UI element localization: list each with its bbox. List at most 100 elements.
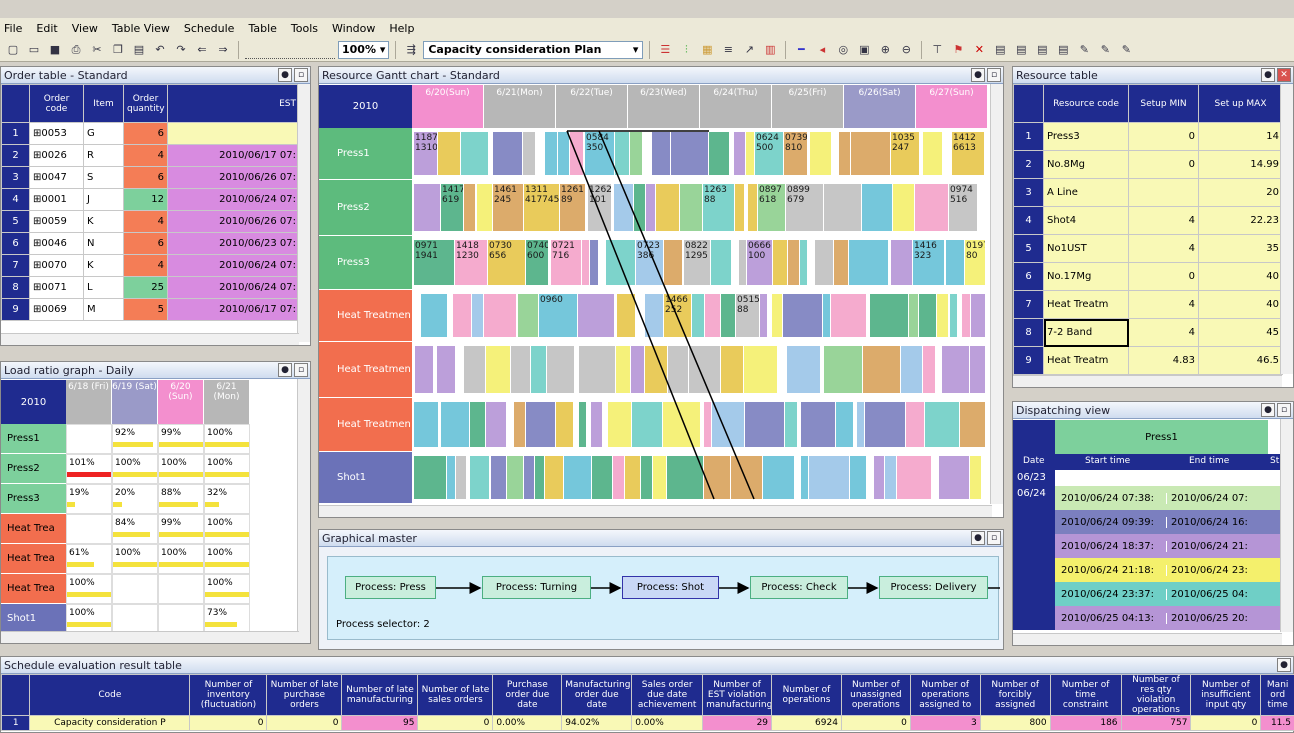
grid-icon[interactable]: ▥ <box>761 41 779 59</box>
load-ratio-day-header[interactable]: 6/21 (Mon) <box>204 380 250 424</box>
load-ratio-hscroll[interactable] <box>1 631 299 643</box>
dispatch-row[interactable]: 2010/06/24 09:39: 2010/06/24 16: <box>1055 510 1282 534</box>
order-table-vscroll[interactable] <box>297 84 310 342</box>
evaluation-cell[interactable]: 0 <box>1190 715 1262 731</box>
table-row[interactable]: 8 ⊞0071 L 25 2010/06/24 07: <box>1 276 300 299</box>
est-cell[interactable] <box>167 122 300 145</box>
order-code-cell[interactable]: ⊞0059 <box>29 210 84 233</box>
evaluation-cell[interactable]: 0 <box>417 715 494 731</box>
setup-max-cell[interactable]: 45 <box>1198 318 1283 347</box>
table-row[interactable]: 6 No.17Mg 0 40 <box>1013 262 1283 291</box>
evaluation-cell[interactable]: 0.00% <box>492 715 563 731</box>
dispatch-vscroll[interactable] <box>1280 419 1293 632</box>
setup-min-cell[interactable]: 4.83 <box>1128 346 1199 375</box>
zoom-out-icon[interactable]: ⊖ <box>897 41 915 59</box>
load-ratio-resource[interactable]: Press3 <box>1 484 66 514</box>
resource-code-cell[interactable]: No.17Mg <box>1043 262 1129 291</box>
item-cell[interactable]: M <box>83 298 124 321</box>
refresh-icon[interactable]: ◎ <box>834 41 852 59</box>
resource-code-cell[interactable]: Press3 <box>1043 122 1129 151</box>
evaluation-cell[interactable]: 29 <box>702 715 773 731</box>
dispatch-row[interactable]: 2010/06/25 04:13: 2010/06/25 20: <box>1055 606 1282 630</box>
evaluation-column-header[interactable]: Number of res qty violation operations <box>1120 674 1192 716</box>
evaluation-column-header[interactable]: Sales order due date achievement <box>631 674 704 716</box>
est-cell[interactable]: 2010/06/26 07: <box>167 210 300 233</box>
evaluation-column-header[interactable]: Code <box>29 674 191 716</box>
resource-code-cell[interactable]: Heat Treatm <box>1043 346 1129 375</box>
col-order-code[interactable]: Order code <box>29 84 84 123</box>
setup-min-cell[interactable]: 4 <box>1128 318 1199 347</box>
load-ratio-resource[interactable]: Press1 <box>1 424 66 454</box>
table-row[interactable]: 8 7-2 Band 4 45 <box>1013 318 1283 347</box>
quantity-cell[interactable]: 6 <box>123 122 168 145</box>
quantity-cell[interactable]: 4 <box>123 210 168 233</box>
cut-icon[interactable]: ✂ <box>88 41 106 59</box>
setup-max-cell[interactable]: 14 <box>1198 122 1283 151</box>
evaluation-cell[interactable]: 95 <box>341 715 419 731</box>
evaluation-cell[interactable]: 800 <box>979 715 1051 731</box>
evaluation-column-header[interactable]: Purchase order due date <box>492 674 563 716</box>
close-icon[interactable]: ▫ <box>987 531 1001 545</box>
evaluation-cell[interactable]: 0 <box>266 715 343 731</box>
item-cell[interactable]: L <box>83 276 124 299</box>
order-code-cell[interactable]: ⊞0070 <box>29 254 84 277</box>
menu-table[interactable]: Table <box>248 22 276 35</box>
resource-code-cell[interactable]: No1UST <box>1043 234 1129 263</box>
resource-code-cell[interactable]: Heat Treatm <box>1043 290 1129 319</box>
est-cell[interactable]: 2010/06/17 07: <box>167 144 300 167</box>
est-cell[interactable]: 2010/06/17 07: <box>167 298 300 321</box>
undo-icon[interactable]: ↶ <box>151 41 169 59</box>
close-icon[interactable]: ▫ <box>294 68 308 82</box>
item-cell[interactable]: S <box>83 166 124 189</box>
resource-table-vscroll[interactable] <box>1280 84 1293 374</box>
save-icon[interactable]: ■ <box>46 41 64 59</box>
setup-max-cell[interactable]: 35 <box>1198 234 1283 263</box>
evaluation-cell[interactable]: 186 <box>1049 715 1122 731</box>
resource-table-hscroll[interactable] <box>1013 375 1282 387</box>
evaluation-column-header[interactable]: Mani ord time <box>1260 674 1294 716</box>
pin-icon[interactable]: ● <box>1277 658 1291 672</box>
evaluation-column-header[interactable]: Number of late purchase orders <box>266 674 343 716</box>
resource-code-cell[interactable]: A Line <box>1043 178 1129 207</box>
item-cell[interactable]: K <box>83 254 124 277</box>
quantity-cell[interactable]: 6 <box>123 232 168 255</box>
dispatch-row[interactable]: 2010/06/24 23:37: 2010/06/25 04: <box>1055 582 1282 606</box>
setup-max-cell[interactable]: 40 <box>1198 290 1283 319</box>
tool-icon[interactable]: ✎ <box>1096 41 1114 59</box>
table-icon[interactable]: ▦ <box>698 41 716 59</box>
menu-window[interactable]: Window <box>332 22 375 35</box>
quantity-cell[interactable]: 25 <box>123 276 168 299</box>
zoom-in-icon[interactable]: ⊕ <box>876 41 894 59</box>
evaluation-cell[interactable]: Capacity consideration P <box>29 715 191 731</box>
menu-schedule[interactable]: Schedule <box>184 22 235 35</box>
pin-icon[interactable]: ● <box>971 531 985 545</box>
quantity-cell[interactable]: 4 <box>123 144 168 167</box>
table-row[interactable]: 9 Heat Treatm 4.83 46.5 <box>1013 346 1283 375</box>
evaluation-column-header[interactable]: Number of forcibly assigned <box>979 674 1051 716</box>
load-ratio-resource[interactable]: Shot1 <box>1 604 66 634</box>
col-item[interactable]: Item <box>83 84 124 123</box>
forward-icon[interactable]: ⇒ <box>214 41 232 59</box>
setup-min-cell[interactable]: 0 <box>1128 122 1199 151</box>
quantity-cell[interactable]: 12 <box>123 188 168 211</box>
table-view-icon[interactable]: ▤ <box>991 41 1009 59</box>
gantt-vscroll[interactable] <box>990 84 1003 504</box>
col-order-quantity[interactable]: Order quantity <box>123 84 168 123</box>
pin-icon[interactable]: ● <box>278 363 292 377</box>
gantt-hscroll[interactable] <box>319 505 992 517</box>
table-row[interactable]: 4 ⊞0001 J 12 2010/06/24 07: <box>1 188 300 211</box>
setup-max-cell[interactable]: 14.99 <box>1198 150 1283 179</box>
col-resource-code[interactable]: Resource code <box>1043 84 1129 123</box>
evaluation-column-header[interactable]: Number of unassigned operations <box>840 674 911 716</box>
evaluation-column-header[interactable]: Number of insufficient input qty <box>1190 674 1262 716</box>
evaluation-column-header[interactable]: Number of operations assigned to <box>909 674 981 716</box>
order-code-cell[interactable]: ⊞0071 <box>29 276 84 299</box>
tool-icon[interactable]: ✎ <box>1075 41 1093 59</box>
item-cell[interactable]: R <box>83 144 124 167</box>
open-folder-icon[interactable]: ▭ <box>25 41 43 59</box>
quantity-cell[interactable]: 4 <box>123 254 168 277</box>
order-code-cell[interactable]: ⊞0047 <box>29 166 84 189</box>
table-row[interactable]: 2 No.8Mg 0 14.99 <box>1013 150 1283 179</box>
zoom-select[interactable]: 100% ▾ <box>338 40 390 59</box>
menu-tools[interactable]: Tools <box>291 22 318 35</box>
